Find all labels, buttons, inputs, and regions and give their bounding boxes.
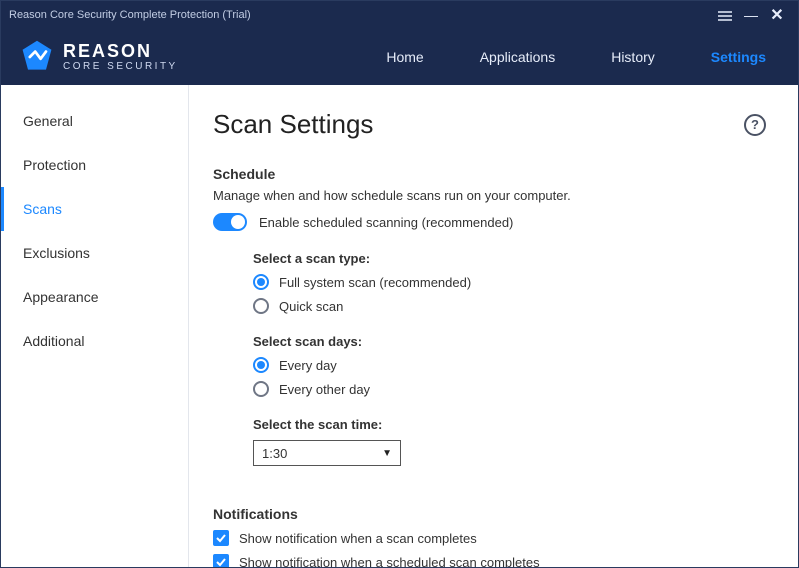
top-nav: Home Applications History Settings [386,49,780,65]
app-header: REASON CORE SECURITY Home Applications H… [1,29,798,85]
scan-time-value: 1:30 [262,446,287,461]
minimize-icon[interactable]: — [738,7,764,23]
scan-type-full-row: Full system scan (recommended) [253,274,766,290]
scan-type-full-label: Full system scan (recommended) [279,275,471,290]
scan-type-full-radio[interactable] [253,274,269,290]
scan-days-label: Select scan days: [253,334,766,349]
brand-sub: CORE SECURITY [63,62,178,72]
scan-days-every-label: Every day [279,358,337,373]
notify-scan-complete-row: Show notification when a scan completes [213,530,766,546]
nav-history[interactable]: History [611,49,655,65]
sidebar-item-exclusions[interactable]: Exclusions [1,231,188,275]
schedule-description: Manage when and how schedule scans run o… [213,188,766,203]
scan-days-other-label: Every other day [279,382,370,397]
scan-days-every-radio[interactable] [253,357,269,373]
scan-days-other-radio[interactable] [253,381,269,397]
notifications-heading: Notifications [213,506,766,522]
scan-time-label: Select the scan time: [253,417,766,432]
scan-type-quick-radio[interactable] [253,298,269,314]
window-title: Reason Core Security Complete Protection… [9,9,712,21]
page-title: Scan Settings [213,109,744,140]
sidebar-item-protection[interactable]: Protection [1,143,188,187]
notify-scheduled-complete-checkbox[interactable] [213,554,229,567]
schedule-heading: Schedule [213,166,766,182]
sidebar-item-additional[interactable]: Additional [1,319,188,363]
brand-logo: REASON CORE SECURITY [19,39,178,75]
help-icon[interactable]: ? [744,114,766,136]
enable-scheduled-scanning-label: Enable scheduled scanning (recommended) [259,215,513,230]
sidebar-item-scans[interactable]: Scans [1,187,188,231]
enable-scheduled-scanning-row: Enable scheduled scanning (recommended) [213,213,766,231]
nav-settings[interactable]: Settings [711,49,766,65]
brand-name: REASON [63,42,178,60]
content-area: Scan Settings ? Schedule Manage when and… [189,85,798,567]
scan-days-every-row: Every day [253,357,766,373]
notify-scan-complete-checkbox[interactable] [213,530,229,546]
app-body: General Protection Scans Exclusions Appe… [1,85,798,567]
brand-text: REASON CORE SECURITY [63,42,178,72]
sidebar-item-general[interactable]: General [1,99,188,143]
scan-type-quick-label: Quick scan [279,299,343,314]
sidebar-item-appearance[interactable]: Appearance [1,275,188,319]
nav-home[interactable]: Home [386,49,423,65]
nav-applications[interactable]: Applications [480,49,556,65]
scan-time-select[interactable]: 1:30 ▼ [253,440,401,466]
notify-scheduled-complete-row: Show notification when a scheduled scan … [213,554,766,567]
settings-sidebar: General Protection Scans Exclusions Appe… [1,85,189,567]
close-icon[interactable]: ✕ [764,5,790,25]
enable-scheduled-scanning-toggle[interactable] [213,213,247,231]
chevron-down-icon: ▼ [382,448,392,459]
notify-scheduled-complete-label: Show notification when a scheduled scan … [239,555,540,568]
scan-type-quick-row: Quick scan [253,298,766,314]
scan-type-label: Select a scan type: [253,251,766,266]
app-window: Reason Core Security Complete Protection… [0,0,799,568]
page-head: Scan Settings ? [213,109,766,140]
menu-icon[interactable] [712,7,738,23]
shield-icon [19,39,55,75]
titlebar: Reason Core Security Complete Protection… [1,1,798,29]
notify-scan-complete-label: Show notification when a scan completes [239,531,477,546]
scan-days-other-row: Every other day [253,381,766,397]
